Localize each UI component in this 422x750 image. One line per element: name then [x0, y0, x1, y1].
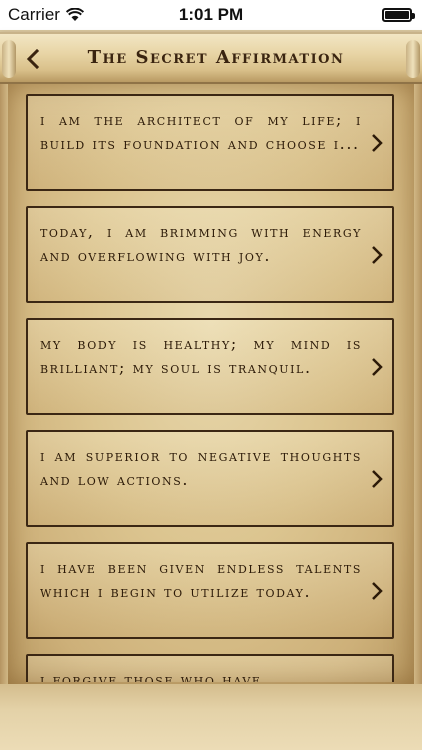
affirmation-list[interactable]: I am the architect of my life; I build i…: [26, 94, 396, 682]
chevron-right-icon: [372, 358, 383, 376]
chevron-left-icon: [26, 49, 40, 69]
parchment-bottom: [0, 684, 422, 750]
affirmation-text: I have been given endless talents which …: [40, 558, 362, 601]
affirmation-card[interactable]: Today, I am brimming with energy and ove…: [26, 206, 394, 303]
chevron-right-icon: [372, 246, 383, 264]
affirmation-card[interactable]: I have been given endless talents which …: [26, 542, 394, 639]
clock: 1:01 PM: [178, 5, 244, 24]
chevron-right-icon: [372, 134, 383, 152]
affirmation-card[interactable]: I am superior to negative thoughts and l…: [26, 430, 394, 527]
affirmation-text: My body is healthy; my mind is brilliant…: [40, 334, 362, 377]
affirmation-text: I am superior to negative thoughts and l…: [40, 446, 362, 489]
back-button[interactable]: [18, 44, 48, 74]
affirmation-card[interactable]: I forgive those who have: [26, 654, 394, 682]
affirmation-text: I forgive those who have: [40, 670, 262, 682]
chevron-right-icon: [372, 582, 383, 600]
affirmation-card[interactable]: I am the architect of my life; I build i…: [26, 94, 394, 191]
battery-full-icon: [382, 8, 415, 22]
affirmation-text: Today, I am brimming with energy and ove…: [40, 222, 362, 265]
chevron-right-icon: [372, 470, 383, 488]
affirmation-card[interactable]: My body is healthy; my mind is brilliant…: [26, 318, 394, 415]
page-title: The Secret Affirmation: [87, 47, 345, 68]
affirmation-text: I am the architect of my life; I build i…: [40, 110, 362, 153]
status-bar: Carrier 1:01 PM: [0, 0, 422, 30]
header-scroll: The Secret Affirmation: [0, 32, 422, 84]
